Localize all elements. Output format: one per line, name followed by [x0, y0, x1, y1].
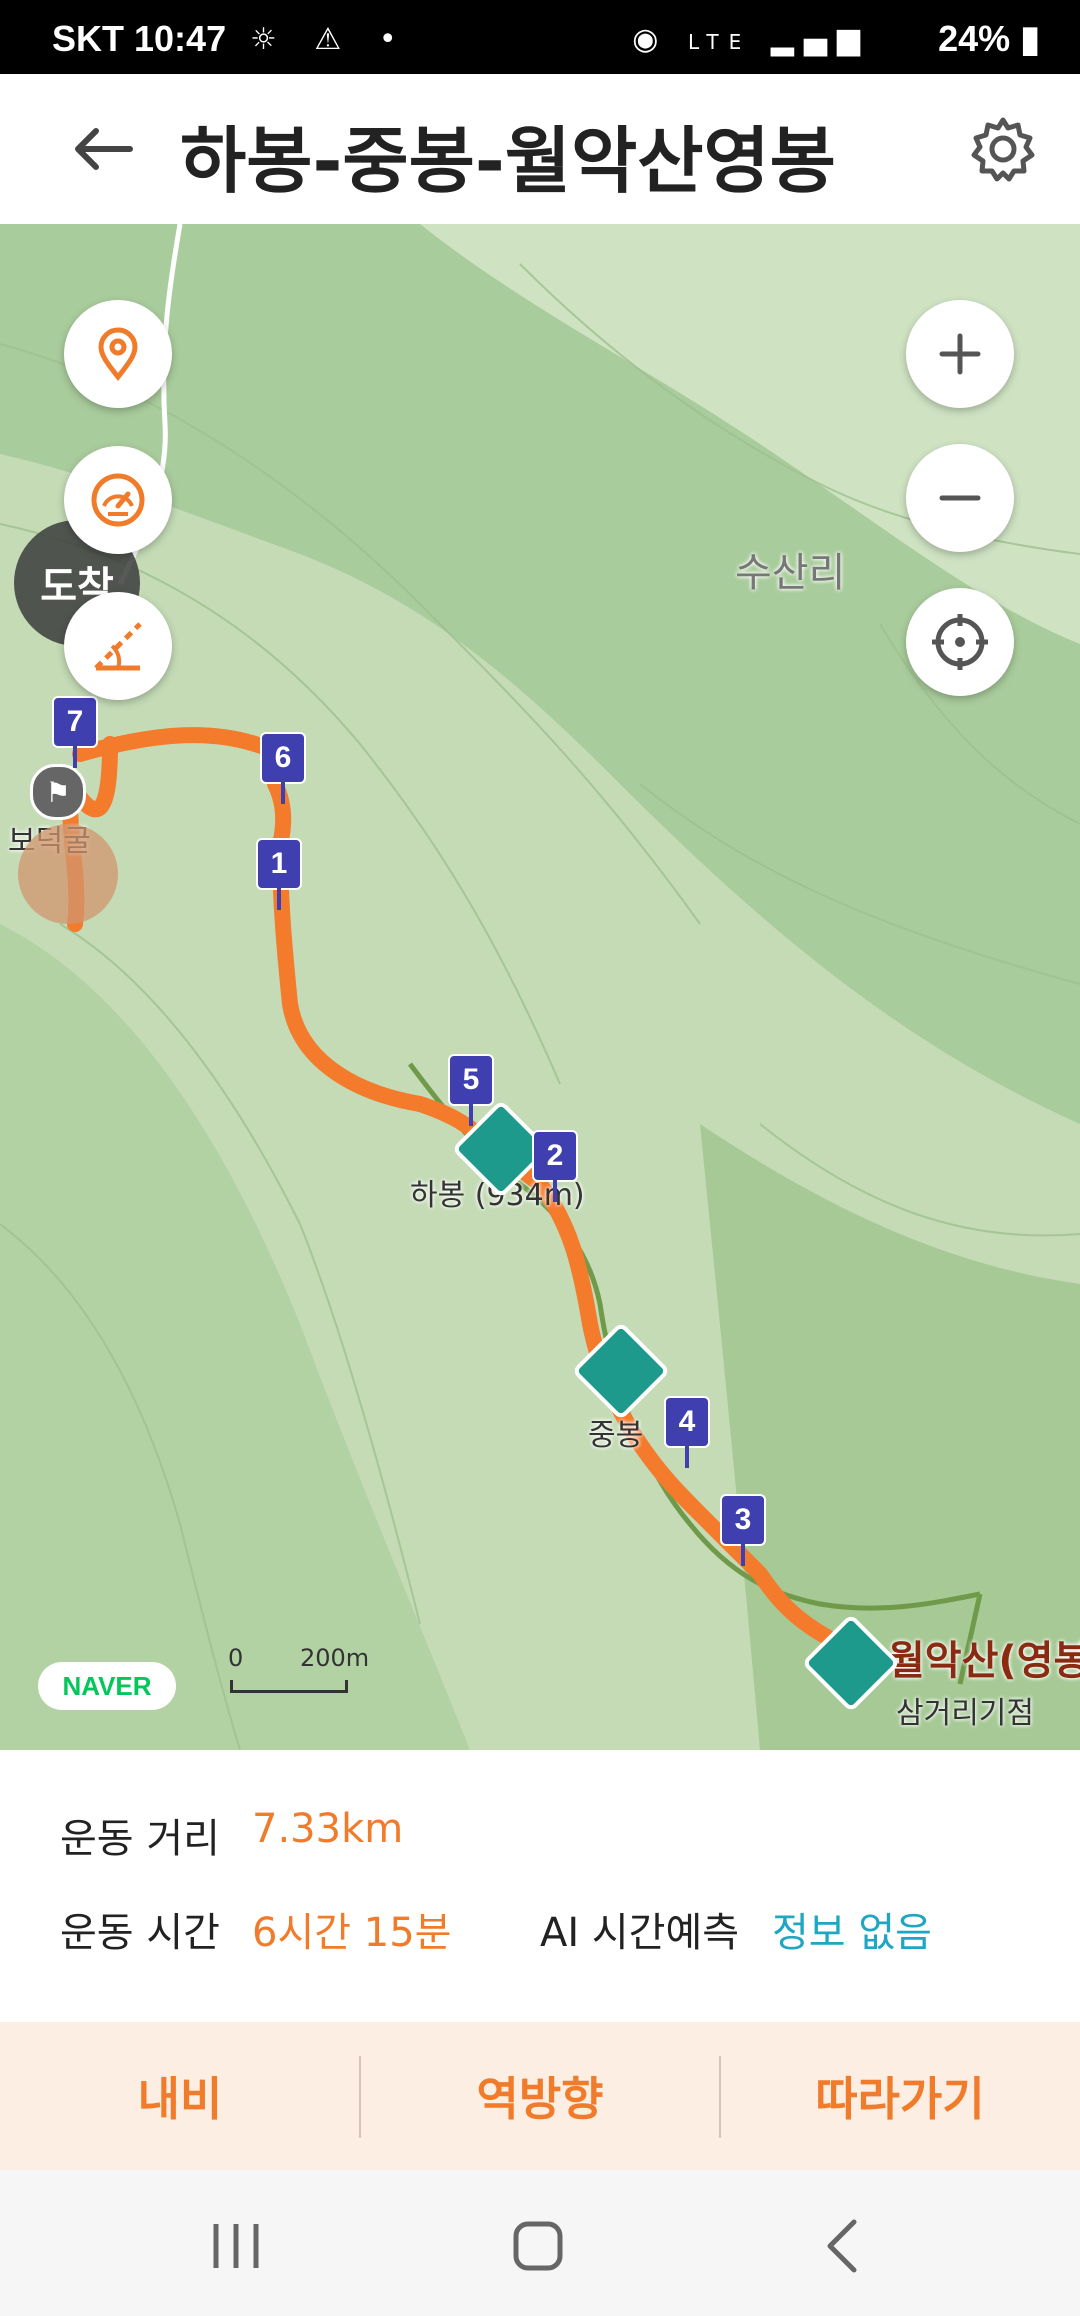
home-icon[interactable]: [508, 2216, 568, 2276]
map-label-village: 수산리: [735, 550, 846, 596]
arrow-left-icon: [75, 128, 133, 170]
time-value: 6시간 15분: [252, 1910, 452, 1956]
status-bar: SKT 10:47 ☼ ⚠ • ◉ LTE ▂▄▆ 24% ▮: [0, 0, 1080, 74]
zoom-out-button[interactable]: [906, 444, 1014, 552]
settings-button[interactable]: [966, 112, 1040, 186]
gear-icon: [971, 117, 1035, 182]
battery-label: 24%: [938, 18, 1011, 59]
back-nav-icon[interactable]: [818, 2216, 868, 2276]
network-label: LTE: [687, 30, 752, 54]
page-title: 하봉-중봉-월악산영봉: [180, 119, 836, 203]
ai-time-label: AI 시간예측: [540, 1910, 740, 1956]
map-label-jungbong: 중봉: [588, 1418, 644, 1453]
speedometer-button[interactable]: [64, 446, 172, 554]
route-marker-pin: [469, 1104, 473, 1126]
route-marker-pin: [685, 1446, 689, 1468]
scale-distance: 200m: [300, 1644, 370, 1672]
status-time: SKT 10:47: [52, 18, 226, 60]
route-marker-pin: [277, 888, 281, 910]
route-marker-pin: [553, 1180, 557, 1202]
map-scale: 0 200m: [228, 1644, 378, 1704]
distance-label: 운동 거리: [60, 1816, 220, 1862]
battery-icon: ▮: [1020, 18, 1040, 59]
follow-button[interactable]: 따라가기: [720, 2022, 1080, 2170]
flag-icon: ⚑: [30, 764, 86, 820]
battery-indicator: 24% ▮: [938, 18, 1040, 60]
start-badge: [18, 824, 118, 924]
back-button[interactable]: [60, 114, 144, 184]
route-marker-1[interactable]: 1: [256, 838, 302, 890]
reverse-button[interactable]: 역방향: [360, 2022, 720, 2170]
map-view[interactable]: 수산리 보덕굴 하봉 (934m) 중봉 월악산(영봉 삼거리기점 ⚑ 1 2 …: [0, 224, 1080, 1750]
distance-value: 7.33km: [252, 1806, 404, 1852]
zoom-in-button[interactable]: [906, 300, 1014, 408]
plus-icon: [939, 333, 981, 375]
my-location-button[interactable]: [906, 588, 1014, 696]
route-marker-pin: [281, 782, 285, 804]
route-marker-4[interactable]: 4: [664, 1396, 710, 1448]
status-system-icons: ◉ LTE ▂▄▆: [632, 22, 870, 57]
route-marker-7[interactable]: 7: [52, 696, 98, 748]
navi-button[interactable]: 내비: [0, 2022, 360, 2170]
carrier-label: SKT: [52, 18, 124, 59]
route-marker-pin: [73, 746, 77, 768]
elevation-profile-icon: [94, 622, 142, 671]
location-icon: ◉: [632, 22, 669, 57]
route-info-panel: 운동 거리 7.33km 운동 시간 6시간 15분 AI 시간예측 정보 없음: [0, 1750, 1080, 2022]
ai-time-value: 정보 없음: [772, 1910, 932, 1956]
location-pin-icon: [98, 327, 138, 381]
location-pin-button[interactable]: [64, 300, 172, 408]
map-terrain: [0, 224, 1080, 1750]
top-bar: 하봉-중봉-월악산영봉: [0, 74, 1080, 226]
time-label: 10:47: [134, 18, 227, 59]
time-label: 운동 시간: [60, 1910, 220, 1956]
system-nav-bar: [0, 2170, 1080, 2316]
minus-icon: [939, 495, 981, 501]
scale-zero: 0: [228, 1644, 244, 1672]
recent-apps-icon[interactable]: [206, 2218, 266, 2274]
elevation-button[interactable]: [64, 592, 172, 700]
speedometer-icon: [91, 473, 145, 527]
route-marker-3[interactable]: 3: [720, 1494, 766, 1546]
route-marker-2[interactable]: 2: [532, 1130, 578, 1182]
map-label-junction: 삼거리기점: [896, 1696, 1034, 1731]
signal-icon: ▂▄▆: [770, 22, 870, 57]
status-notification-icons: ☼ ⚠ •: [250, 22, 411, 57]
scale-bar: [230, 1680, 348, 1693]
route-marker-5[interactable]: 5: [448, 1054, 494, 1106]
naver-logo: NAVER: [38, 1662, 176, 1710]
route-marker-pin: [741, 1544, 745, 1566]
action-bar: 내비 역방향 따라가기: [0, 2022, 1080, 2170]
crosshair-icon: [932, 614, 988, 670]
route-marker-6[interactable]: 6: [260, 732, 306, 784]
map-label-yeongbong: 월악산(영봉: [888, 1638, 1080, 1684]
